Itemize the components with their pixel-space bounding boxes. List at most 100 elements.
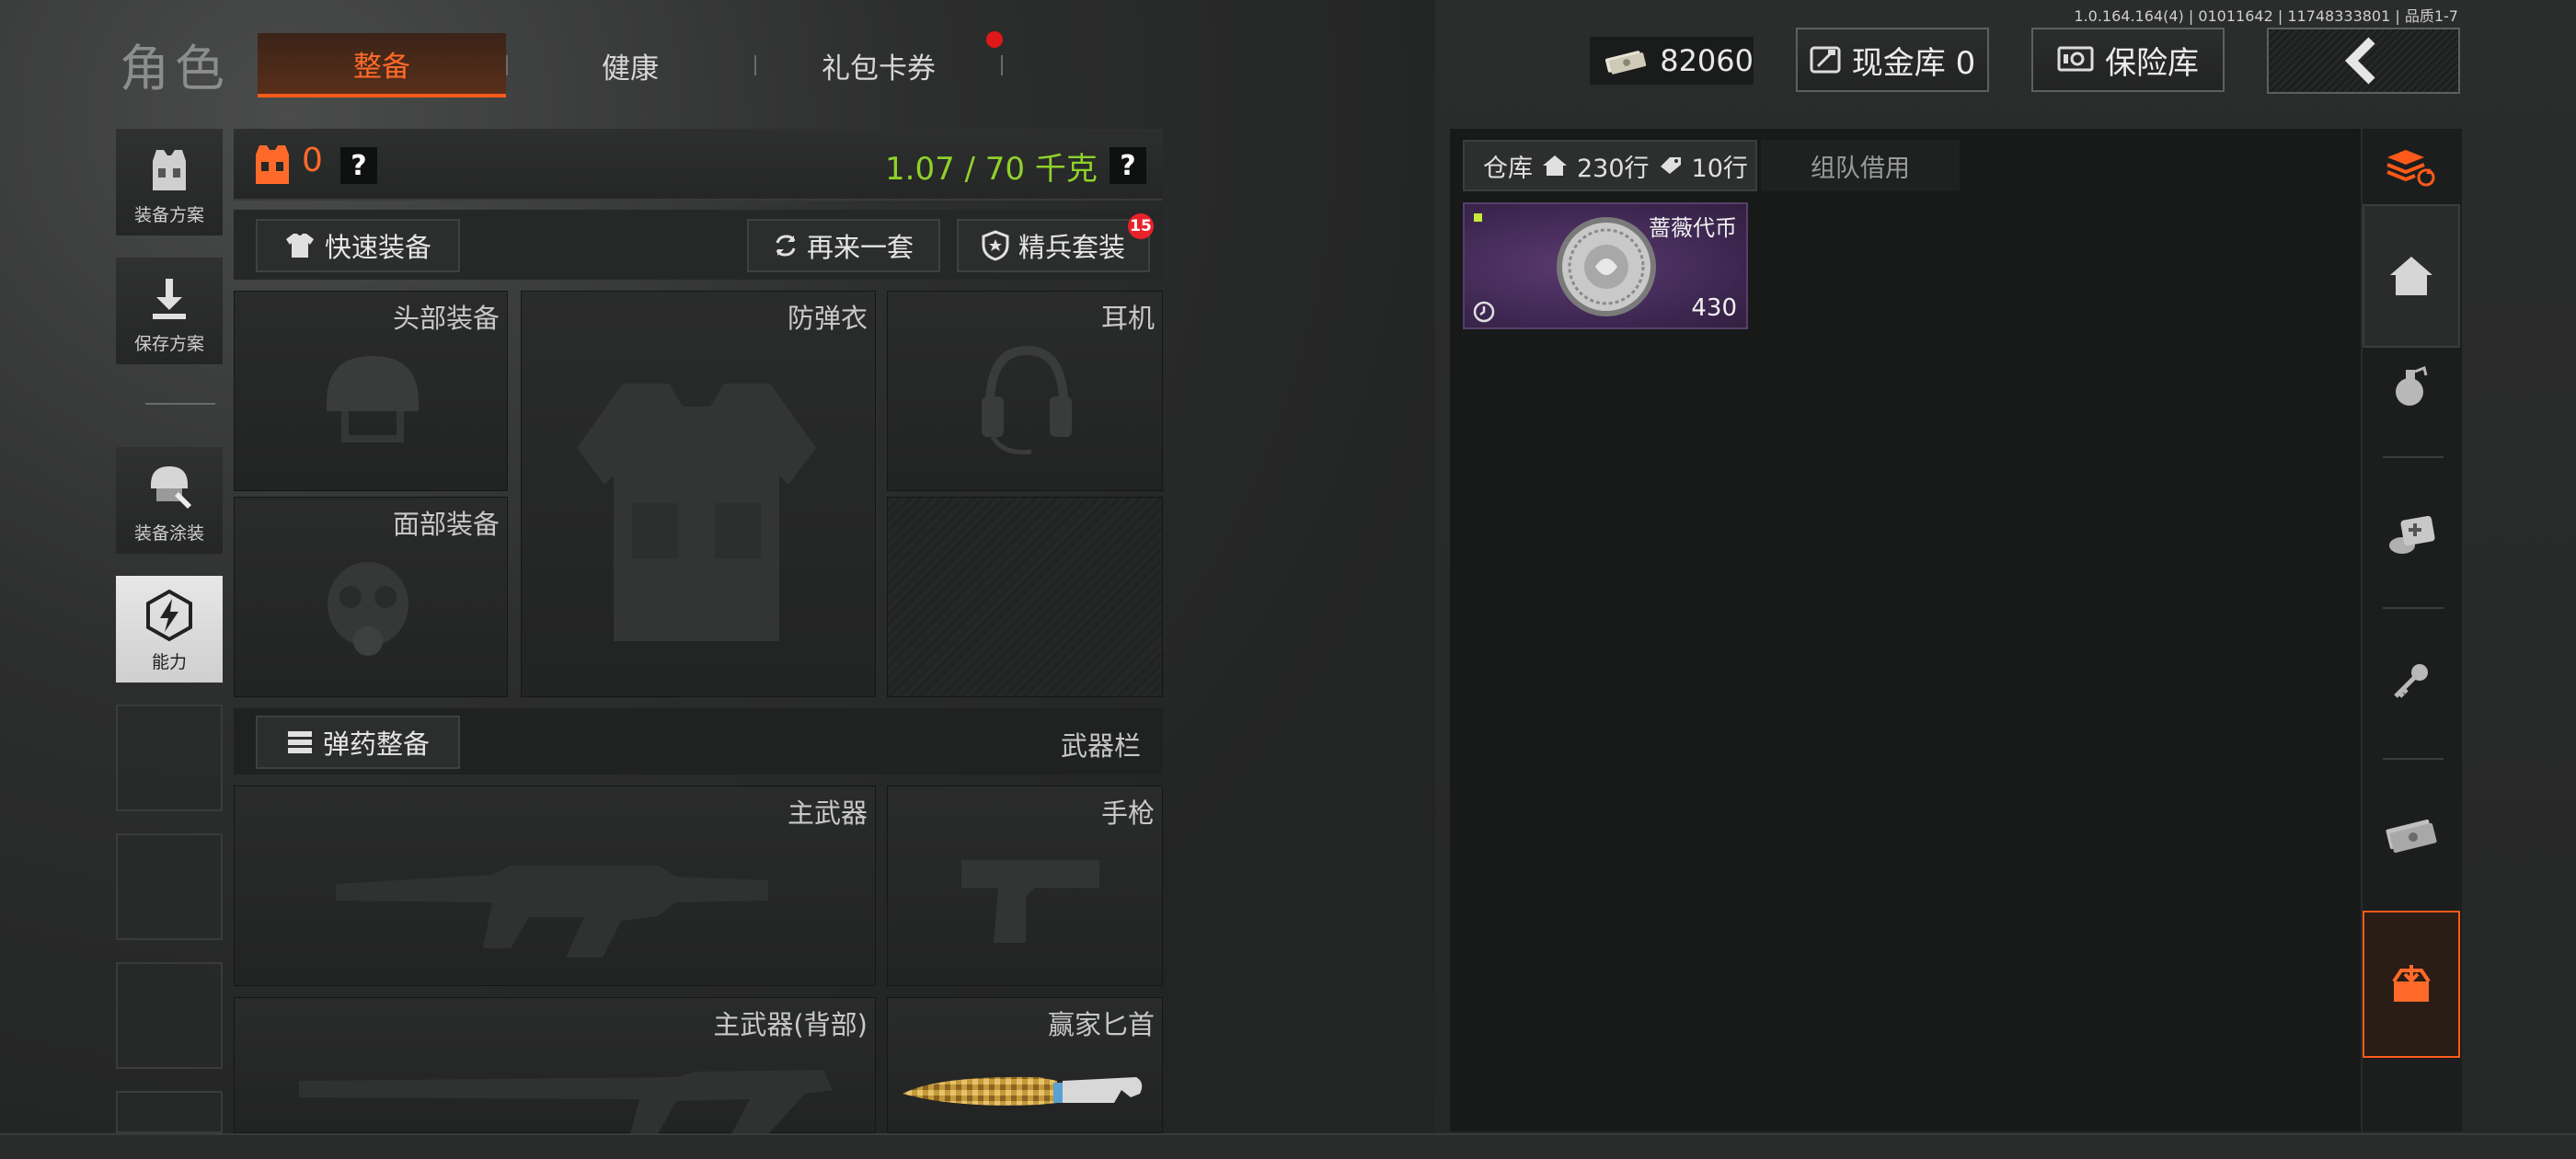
notification-dot [986,31,1003,48]
rail-home-button[interactable] [2363,204,2460,348]
slot-label: 主武器(背部) [713,1009,868,1040]
safe-box-button[interactable]: 保险库 [2031,28,2225,92]
tab-label: 整备 [353,50,410,84]
side-label: 装备方案 [133,205,204,225]
shirt-icon [285,234,314,258]
head-slot[interactable]: 头部装备 [234,291,508,491]
helmet-icon [327,356,419,442]
face-slot[interactable]: 面部装备 [234,497,508,697]
helmet-paint-icon [151,466,191,509]
rail-medkit-button[interactable] [2363,497,2460,570]
rail-divider [2383,758,2444,760]
team-borrow-label: 组队借用 [1811,154,1910,183]
cash-vault-button[interactable]: 现金库 0 [1796,28,1989,92]
item-name: 蔷薇代币 [1649,215,1737,241]
sidebar-empty-slot [116,705,223,811]
loot-box-icon [2392,965,2431,1002]
tab-gift-coupons[interactable]: 礼包卡券 [754,33,1003,98]
clock-icon [1473,301,1495,323]
sidebar-empty-slot [116,833,223,940]
armor-icon [256,145,289,184]
side-label: 装备涂装 [133,523,204,544]
vault-icon [1810,46,1841,74]
armor-count: 0 [302,142,323,179]
cash-vault-label: 现金库 0 [1851,44,1976,82]
gas-mask-icon [328,562,408,656]
knife-slot[interactable]: 赢家匕首 [887,997,1163,1133]
rail-loot-button[interactable] [2363,911,2460,1058]
equip-skin-button[interactable]: 装备涂装 [116,447,223,554]
slot-label: 耳机 [1100,303,1155,334]
quick-equip-label: 快速装备 [324,232,431,263]
money-icon [2386,819,2437,854]
elite-set-label: 精兵套装 [1018,232,1125,263]
medkit-icon [2389,515,2435,554]
locked-slot [887,497,1163,697]
bottom-bar [0,1133,2576,1159]
ammo-bar: 弹药整备 武器栏 [234,708,1163,775]
tab-label: 健康 [602,52,659,86]
warehouse-rows-ticket: 10行 [1691,154,1748,183]
weight-help-button[interactable]: ? [1110,147,1146,184]
ability-icon [146,589,192,642]
item-count: 430 [1691,294,1737,322]
tab-divider [1001,55,1003,75]
tab-equip[interactable]: 整备 [258,33,506,98]
golden-knife-icon [903,1076,1143,1106]
elite-set-button[interactable]: 精兵套装 [957,219,1150,272]
rifle-back-icon [299,1070,833,1134]
currency-display: 82060 [1590,37,1754,85]
slot-label: 面部装备 [392,509,500,540]
ticket-small-icon [1660,157,1681,174]
rail-money-button[interactable] [2363,797,2460,870]
primary-back-slot[interactable]: 主武器(背部) [234,997,876,1134]
body-armor-icon [577,384,816,641]
again-button[interactable]: 再来一套 [747,219,940,272]
elite-badge: 15 [1128,213,1154,239]
weapon-bar-label: 武器栏 [1060,730,1141,762]
download-icon [153,279,186,319]
warehouse-rows-home: 230行 [1577,154,1650,183]
home-icon [2390,257,2432,295]
safe-box-label: 保险库 [2105,44,2199,82]
shield-star-icon [982,230,1009,261]
side-label: 保存方案 [133,334,204,354]
ability-button[interactable]: 能力 [116,576,223,683]
primary-weapon-slot[interactable]: 主武器 [234,786,876,986]
version-text: 1.0.164.164(4) | 01011642 | 11748333801 … [2074,7,2458,25]
currency-value: 82060 [1660,43,1754,78]
headset-slot[interactable]: 耳机 [887,291,1163,491]
refresh-icon [776,235,796,257]
rail-layers-button[interactable] [2363,132,2460,202]
team-borrow-tab[interactable]: 组队借用 [1761,140,1960,191]
quick-equip-button[interactable]: 快速装备 [256,219,460,272]
layers-refresh-icon [2386,150,2435,187]
back-button[interactable] [2267,28,2460,94]
headset-icon [982,345,1072,455]
rail-grenade-button[interactable] [2363,350,2460,423]
warehouse-tab[interactable]: 仓库 230行 10行 [1463,140,1757,191]
tab-health[interactable]: 健康 [506,33,754,98]
save-plan-button[interactable]: 保存方案 [116,258,223,364]
quality-marker [1474,213,1482,222]
equip-plan-button[interactable]: 装备方案 [116,129,223,235]
item-card-rose-token[interactable]: 蔷薇代币 430 [1463,202,1748,329]
rail-key-button[interactable] [2363,644,2460,717]
tab-label: 礼包卡券 [822,52,936,86]
pistol-icon [961,860,1099,943]
slot-label: 赢家匕首 [1047,1009,1155,1040]
slot-label: 头部装备 [392,303,500,334]
side-label: 能力 [151,652,187,672]
slot-label: 主武器 [787,798,868,829]
again-label: 再来一套 [806,232,914,263]
armor-help-button[interactable]: ? [340,147,377,184]
pistol-slot[interactable]: 手枪 [887,786,1163,986]
slot-label: 防弹衣 [787,303,868,334]
slot-label: 手枪 [1100,798,1155,829]
rifle-icon [336,866,768,958]
page-title: 角色 [120,40,230,98]
armor-slot[interactable]: 防弹衣 [521,291,876,697]
ammo-prep-button[interactable]: 弹药整备 [256,716,460,769]
safe-icon [2057,46,2094,72]
chevron-left-icon [2344,37,2375,85]
